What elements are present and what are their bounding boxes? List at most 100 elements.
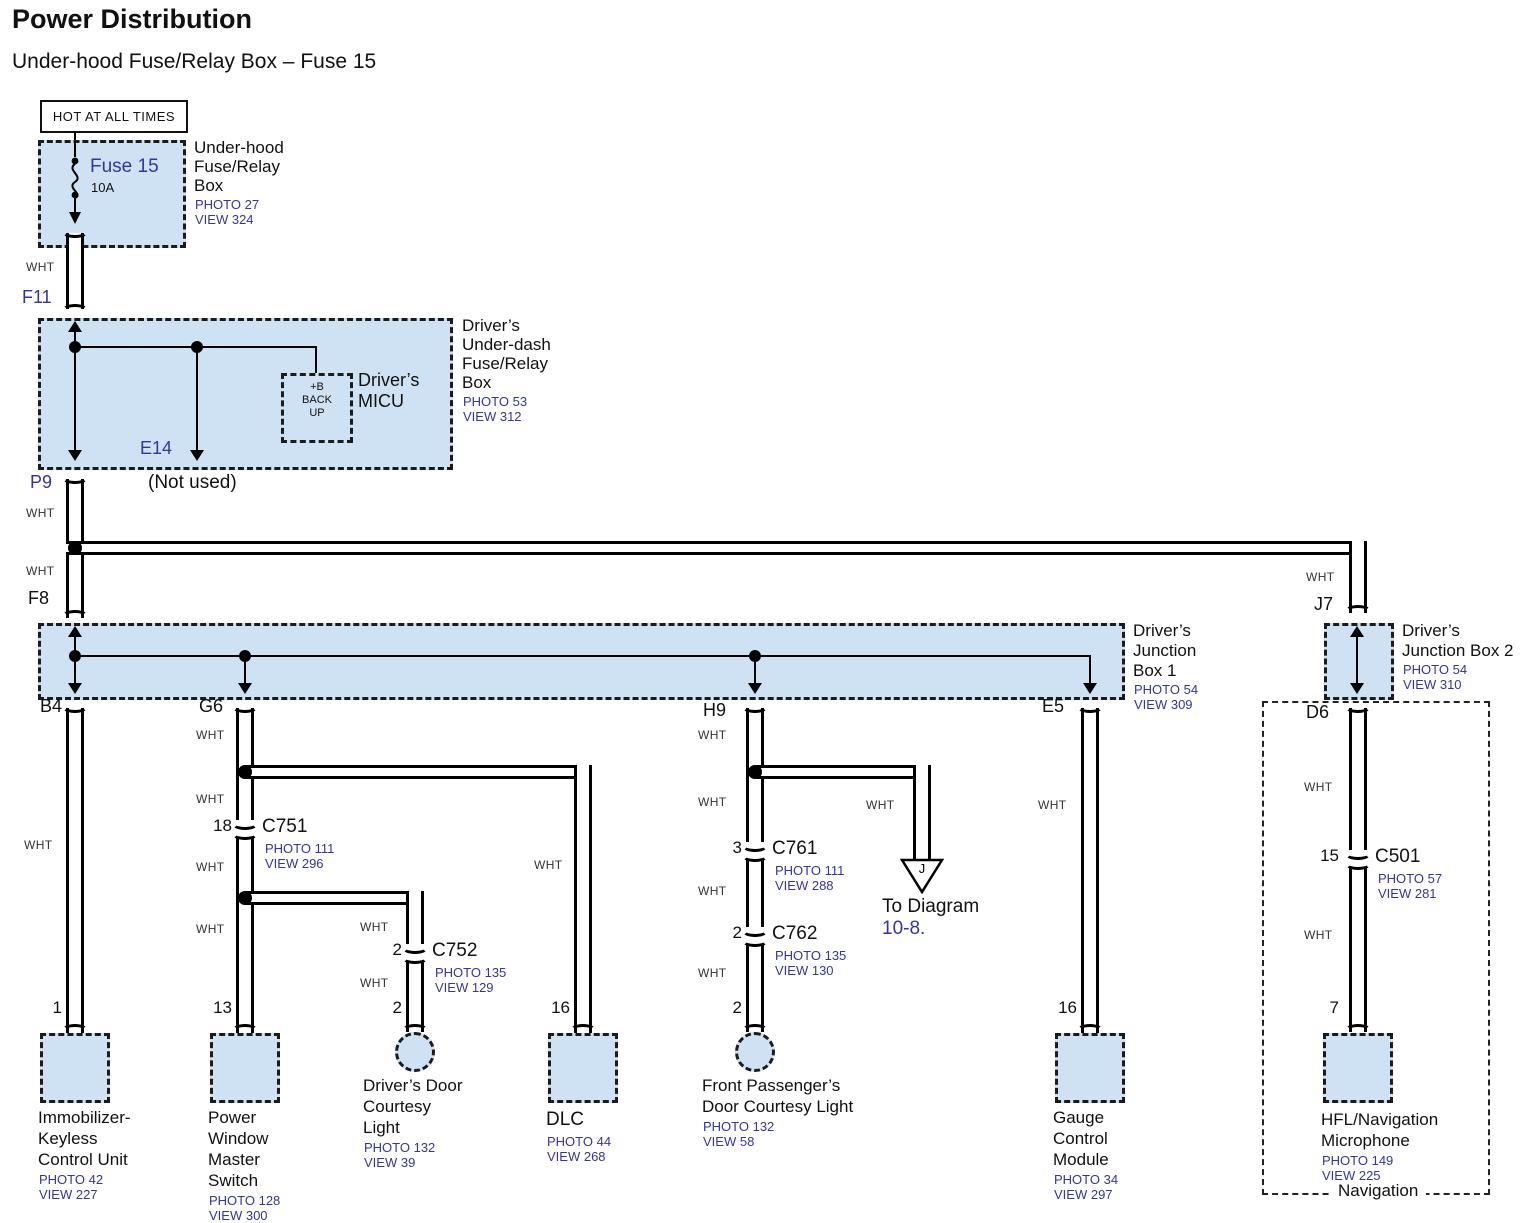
- dlc-photo-ref[interactable]: PHOTO 44: [547, 1134, 611, 1149]
- wire-color-label: WHT: [360, 920, 389, 934]
- wire-color-label: WHT: [698, 795, 727, 809]
- pwms-label-3: Master: [208, 1150, 260, 1170]
- inline-connector-icon: [742, 935, 768, 947]
- wire-color-label: WHT: [698, 884, 727, 898]
- hfl-photo-ref[interactable]: PHOTO 149: [1322, 1153, 1393, 1168]
- pin-number: 2: [716, 923, 742, 943]
- wire-cap: [1345, 701, 1371, 713]
- pwms-view-ref[interactable]: VIEW 300: [209, 1208, 268, 1223]
- c762-photo-ref[interactable]: PHOTO 135: [775, 948, 846, 963]
- arrow-down-icon: [68, 450, 82, 461]
- wire-c752-upper: [406, 891, 424, 944]
- jb1-e5-drop: [1089, 655, 1091, 684]
- ddcl-view-ref[interactable]: VIEW 39: [364, 1155, 415, 1170]
- dlc-view-ref[interactable]: VIEW 268: [547, 1149, 606, 1164]
- wire-cap: [62, 226, 88, 238]
- arrow-down-icon: [1350, 683, 1364, 694]
- wire-color-label: WHT: [698, 728, 727, 742]
- c752-view-ref[interactable]: VIEW 129: [435, 980, 494, 995]
- c762-view-ref[interactable]: VIEW 130: [775, 963, 834, 978]
- gcm-view-ref[interactable]: VIEW 297: [1054, 1187, 1113, 1202]
- pin-number: 3: [716, 838, 742, 858]
- ddcl-photo-ref[interactable]: PHOTO 132: [364, 1140, 435, 1155]
- pwms-photo-ref[interactable]: PHOTO 128: [209, 1193, 280, 1208]
- junction-dot: [238, 891, 252, 905]
- immobilizer-label-1: Immobilizer-: [38, 1108, 131, 1128]
- wire-cap: [62, 610, 88, 622]
- jb2-view-ref[interactable]: VIEW 310: [1403, 677, 1462, 692]
- wire-g6-upper: [236, 708, 254, 820]
- underdash-view-ref[interactable]: VIEW 312: [463, 409, 522, 424]
- wire-color-label: WHT: [360, 976, 389, 990]
- jb1-photo-ref[interactable]: PHOTO 54: [1134, 682, 1198, 697]
- hfl-navigation-microphone-box: [1323, 1033, 1393, 1103]
- micu-label-1: Driver’s: [358, 370, 419, 391]
- navigation-group-label: Navigation: [1330, 1181, 1426, 1201]
- power-window-switch-box: [210, 1033, 280, 1103]
- wire-cap: [62, 304, 88, 316]
- wire-h9-mid: [746, 860, 764, 927]
- wire-e5: [1081, 708, 1099, 1033]
- wire-cap: [232, 1024, 258, 1036]
- not-used-label: (Not used): [148, 472, 237, 494]
- to-diagram-ref[interactable]: 10-8.: [882, 918, 925, 940]
- junction-dot: [748, 765, 762, 779]
- wire-color-label: WHT: [24, 838, 53, 852]
- underdash-label-4: Box: [462, 373, 491, 393]
- fpdcl-photo-ref[interactable]: PHOTO 132: [703, 1119, 774, 1134]
- c761-view-ref[interactable]: VIEW 288: [775, 878, 834, 893]
- arrow-down-icon: [1083, 683, 1097, 694]
- fpdcl-view-ref[interactable]: VIEW 58: [703, 1134, 754, 1149]
- connector-id-e5: E5: [1042, 696, 1064, 717]
- junction-dot: [68, 541, 82, 555]
- c751-view-ref[interactable]: VIEW 296: [265, 856, 324, 871]
- wire-cap: [1077, 701, 1103, 713]
- passenger-door-courtesy-light-symbol: [735, 1032, 775, 1072]
- connector-name-c762: C762: [772, 923, 817, 945]
- c501-photo-ref[interactable]: PHOTO 57: [1378, 871, 1442, 886]
- underhood-photo-ref[interactable]: PHOTO 27: [195, 197, 259, 212]
- arrow-down-icon: [68, 683, 82, 694]
- junction-dot: [749, 650, 761, 662]
- gauge-control-module-box: [1055, 1033, 1125, 1103]
- underdash-photo-ref[interactable]: PHOTO 53: [463, 394, 527, 409]
- connector-id-e14: E14: [140, 438, 172, 459]
- arrow-up-icon: [68, 321, 82, 332]
- wire-g6-lower: [236, 838, 254, 1033]
- jb1-view-ref[interactable]: VIEW 309: [1134, 697, 1193, 712]
- backup-label-2: BACK: [281, 394, 353, 407]
- immobilizer-view-ref[interactable]: VIEW 227: [39, 1187, 98, 1202]
- wire-color-label: WHT: [866, 798, 895, 812]
- gcm-photo-ref[interactable]: PHOTO 34: [1054, 1172, 1118, 1187]
- wire-cap: [742, 1024, 768, 1036]
- wire-cap: [1345, 605, 1371, 617]
- pin-number: 13: [206, 998, 232, 1018]
- page-title: Power Distribution: [12, 4, 252, 35]
- arrow-up-icon: [68, 626, 82, 637]
- c752-photo-ref[interactable]: PHOTO 135: [435, 965, 506, 980]
- c751-photo-ref[interactable]: PHOTO 111: [265, 841, 334, 856]
- wire-color-label: WHT: [1038, 798, 1067, 812]
- junction-box-1: [38, 623, 1125, 700]
- wire-color-label: WHT: [1304, 780, 1333, 794]
- underhood-view-ref[interactable]: VIEW 324: [195, 212, 254, 227]
- connector-name-c761: C761: [772, 838, 817, 860]
- wire-color-label: WHT: [196, 792, 225, 806]
- jb2-photo-ref[interactable]: PHOTO 54: [1403, 662, 1467, 677]
- wire-cap: [742, 701, 768, 713]
- immobilizer-photo-ref[interactable]: PHOTO 42: [39, 1172, 103, 1187]
- wire-cap: [570, 1024, 596, 1036]
- connector-id-h9: H9: [703, 700, 726, 721]
- wire-color-label: WHT: [26, 564, 55, 578]
- hfl-view-ref[interactable]: VIEW 225: [1322, 1168, 1381, 1183]
- wire-j7-drop: [1349, 541, 1367, 613]
- c761-photo-ref[interactable]: PHOTO 111: [775, 863, 844, 878]
- immobilizer-label-2: Keyless: [38, 1129, 98, 1149]
- connector-id-b4: B4: [40, 696, 62, 717]
- gcm-label-1: Gauge: [1053, 1108, 1104, 1128]
- dlc-box: [548, 1033, 618, 1103]
- c501-view-ref[interactable]: VIEW 281: [1378, 886, 1437, 901]
- junction-dot: [69, 341, 81, 353]
- inline-connector-icon: [1345, 858, 1371, 870]
- wire-color-label: WHT: [1304, 928, 1333, 942]
